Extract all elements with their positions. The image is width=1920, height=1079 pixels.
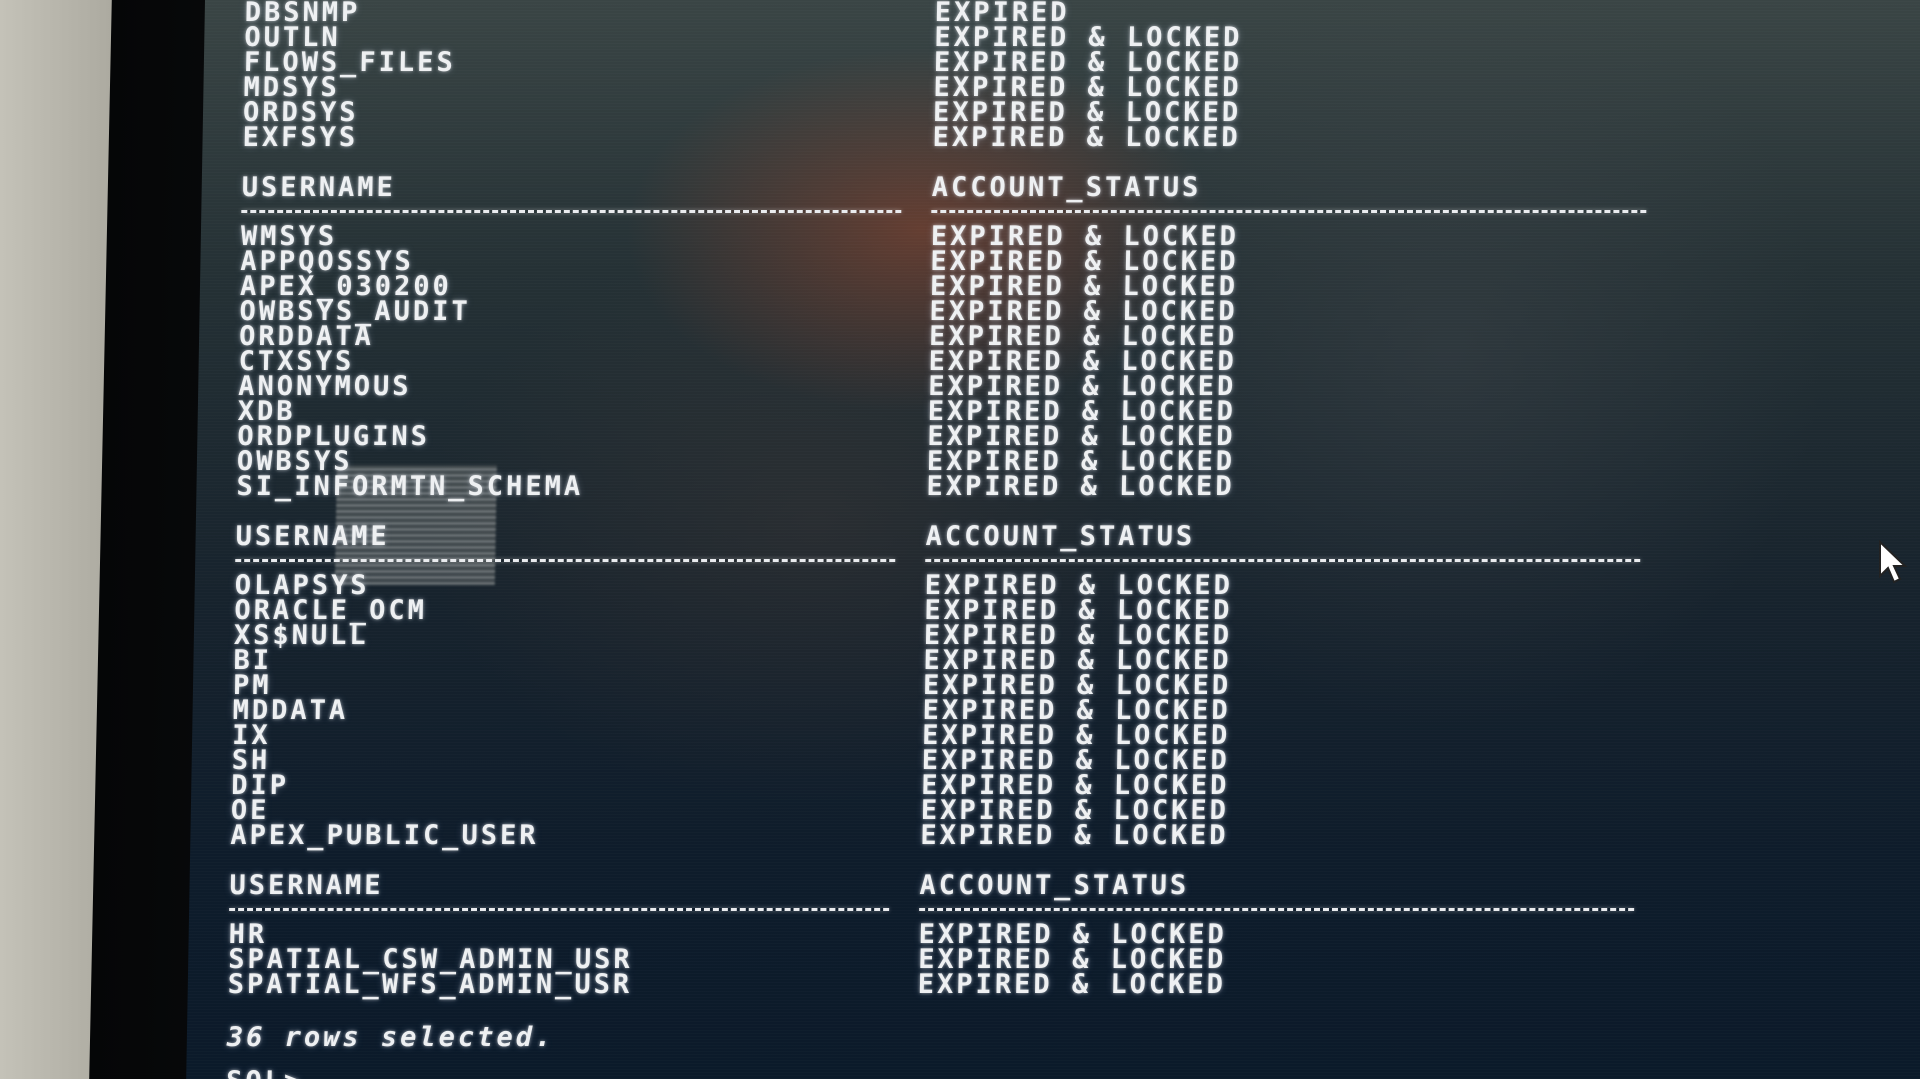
username-cell: XS$NULL [233, 620, 369, 651]
username-divider [229, 907, 890, 911]
account-status-cell: EXPIRED & LOCKED [932, 122, 1241, 153]
username-cell: BI [233, 645, 273, 676]
header-divider [235, 551, 1815, 569]
account-status-column-header: ACCOUNT_STATUS [925, 521, 1196, 552]
username-divider [241, 209, 902, 213]
column-header-row: USERNAME ACCOUNT_STATUS [235, 521, 1815, 552]
username-cell: EXFSYS [242, 122, 359, 153]
result-block: USERNAME ACCOUNT_STATUS WMSYS EXPIRED & LOC… [236, 172, 1822, 502]
username-cell: APEX_PUBLIC_USER [230, 820, 539, 851]
username-column-header: USERNAME [241, 172, 397, 203]
column-header-row: USERNAME ACCOUNT_STATUS [241, 172, 1821, 203]
username-cell: FLOWS_FILES [243, 47, 456, 78]
status-divider [919, 907, 1635, 911]
header-divider [241, 202, 1821, 220]
username-divider [235, 558, 896, 562]
status-divider [931, 209, 1647, 213]
username-cell: DIP [231, 770, 290, 801]
result-block: USERNAME ACCOUNT_STATUS OLAPSYS EXPIRED & L… [230, 521, 1816, 851]
account-status-column-header: ACCOUNT_STATUS [919, 870, 1190, 901]
username-column-header: USERNAME [229, 870, 384, 901]
result-row: EXFSYS EXPIRED & LOCKED [242, 122, 1822, 153]
account-status-cell: EXPIRED & LOCKED [917, 969, 1227, 1000]
photo-scene: DBSNMP EXPIRED OUTLN EXPIRED & LOCKED FLOWS_… [0, 0, 1920, 1079]
username-cell: IX [231, 720, 271, 751]
sql-prompt[interactable]: SQL> [226, 1066, 1807, 1079]
username-cell: SH [231, 745, 271, 776]
status-divider [925, 558, 1641, 562]
header-divider [229, 900, 1809, 918]
result-row: APEX_PUBLIC_USER EXPIRED & LOCKED [230, 820, 1810, 851]
username-cell: SI_INFORMTN_SCHEMA [236, 471, 584, 502]
result-block: USERNAME ACCOUNT_STATUS HR EXPIRED & LOCKED… [227, 870, 1810, 1000]
username-cell: ANONYMOUS [237, 371, 412, 402]
column-header-row: USERNAME ACCOUNT_STATUS [229, 870, 1809, 901]
top-rows: DBSNMP EXPIRED OUTLN EXPIRED & LOCKED FLOWS_… [242, 0, 1825, 153]
account-status-cell: EXPIRED & LOCKED [920, 820, 1229, 851]
username-column-header: USERNAME [235, 521, 390, 552]
username-cell: MDDATA [232, 695, 349, 726]
result-row: SPATIAL_WFS_ADMIN_USR EXPIRED & LOCKED [227, 969, 1808, 1000]
username-cell: DBSNMP [244, 0, 361, 28]
mouse-pointer-icon [1879, 540, 1908, 584]
account-status-column-header: ACCOUNT_STATUS [931, 172, 1202, 203]
monitor-screen: DBSNMP EXPIRED OUTLN EXPIRED & LOCKED FLOWS_… [186, 0, 1920, 1079]
account-status-cell: EXPIRED & LOCKED [926, 471, 1235, 502]
result-row: SI_INFORMTN_SCHEMA EXPIRED & LOCKED [236, 471, 1816, 502]
sqlplus-terminal[interactable]: DBSNMP EXPIRED OUTLN EXPIRED & LOCKED FLOWS_… [226, 0, 1825, 1079]
result-blocks: USERNAME ACCOUNT_STATUS WMSYS EXPIRED & LOC… [227, 172, 1822, 1000]
rows-selected-summary: 36 rows selected. [226, 1022, 555, 1053]
username-cell: SPATIAL_WFS_ADMIN_USR [227, 969, 633, 1000]
